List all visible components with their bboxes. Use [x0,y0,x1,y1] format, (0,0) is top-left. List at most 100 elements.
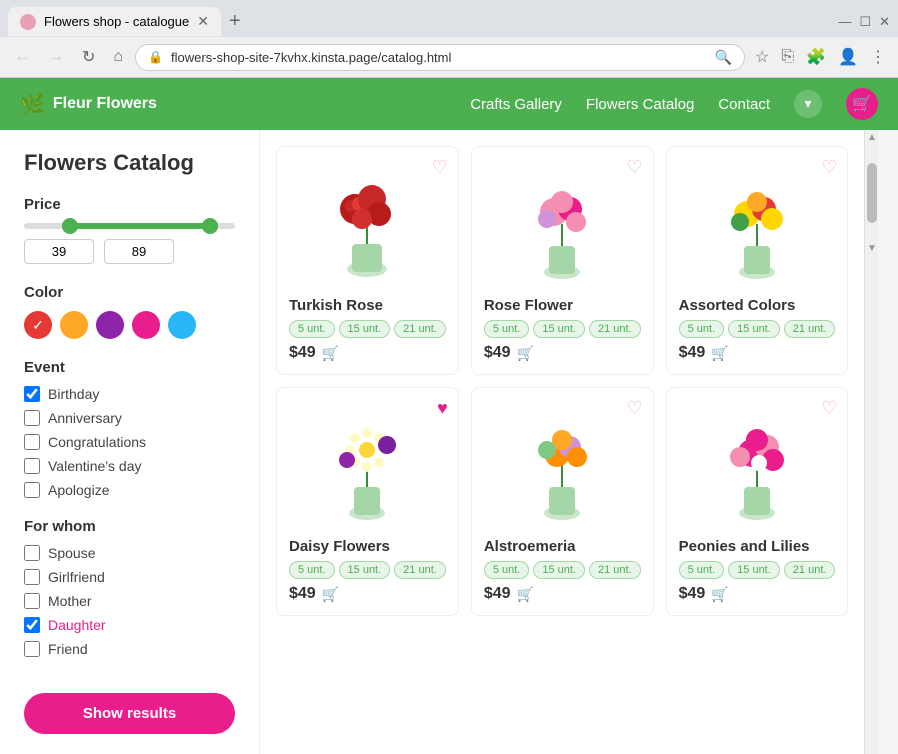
price-value-daisy: $49 [289,585,316,603]
product-badges-alstroemeria: 5 unt. 15 unt. 21 unt. [484,561,641,579]
badge-15-rose[interactable]: 15 unt. [533,320,585,338]
color-swatch-blue[interactable] [168,311,196,339]
scrollbar[interactable]: ▲ ▼ [864,130,878,754]
badge-5-rose[interactable]: 5 unt. [484,320,530,338]
address-bar[interactable]: 🔒 flowers-shop-site-7kvhx.kinsta.page/ca… [135,44,745,71]
scroll-up-arrow[interactable]: ▲ [867,132,877,143]
for-whom-daughter-checkbox[interactable] [24,617,40,633]
badge-5-alstroemeria[interactable]: 5 unt. [484,561,530,579]
new-tab-button[interactable]: + [221,6,249,37]
extensions-button[interactable]: 🧩 [802,43,830,71]
badge-15-assorted[interactable]: 15 unt. [728,320,780,338]
heart-icon-peonies[interactable]: ♡ [821,398,837,419]
tab-close-button[interactable]: ✕ [197,13,209,30]
nav-flowers-catalog[interactable]: Flowers Catalog [586,96,694,113]
tab-favicon [20,14,36,30]
for-whom-mother[interactable]: Mother [24,593,235,609]
event-apologize[interactable]: Apologize [24,482,235,498]
nav-contact[interactable]: Contact [718,96,770,113]
cart-icon-rose-flower[interactable]: 🛒 [517,345,534,362]
for-whom-friend-checkbox[interactable] [24,641,40,657]
heart-icon-rose-flower[interactable]: ♡ [626,157,642,178]
color-swatch-purple[interactable] [96,311,124,339]
cart-icon-assorted[interactable]: 🛒 [711,345,728,362]
badge-15[interactable]: 15 unt. [339,320,391,338]
event-anniversary[interactable]: Anniversary [24,410,235,426]
product-badges-peonies: 5 unt. 15 unt. 21 unt. [679,561,836,579]
badge-5-daisy[interactable]: 5 unt. [289,561,335,579]
badge-15-peonies[interactable]: 15 unt. [728,561,780,579]
heart-icon-turkish-rose[interactable]: ♡ [432,157,448,178]
badge-5-peonies[interactable]: 5 unt. [679,561,725,579]
cart-button[interactable]: 🛒 [846,88,878,120]
event-valentines[interactable]: Valentine's day [24,458,235,474]
for-whom-daughter[interactable]: Daughter [24,617,235,633]
product-price-daisy: $49 🛒 [289,585,446,603]
event-congratulations[interactable]: Congratulations [24,434,235,450]
for-whom-spouse-checkbox[interactable] [24,545,40,561]
color-swatch-orange[interactable] [60,311,88,339]
nav-dropdown-button[interactable]: ▾ [794,90,822,118]
badge-21-assorted[interactable]: 21 unt. [784,320,836,338]
product-image-assorted [679,159,836,289]
show-results-button[interactable]: Show results [24,693,235,734]
share-button[interactable]: ⎘ [777,44,798,70]
event-valentines-checkbox[interactable] [24,458,40,474]
for-whom-friend[interactable]: Friend [24,641,235,657]
product-name-turkish-rose: Turkish Rose [289,297,446,314]
product-price-alstroemeria: $49 🛒 [484,585,641,603]
badge-21-peonies[interactable]: 21 unt. [784,561,836,579]
cart-icon-alstroemeria[interactable]: 🛒 [517,586,534,603]
event-congratulations-checkbox[interactable] [24,434,40,450]
event-anniversary-checkbox[interactable] [24,410,40,426]
price-min-input[interactable] [24,239,94,264]
window-minimize[interactable]: — [838,14,851,29]
color-swatch-pink[interactable] [132,311,160,339]
for-whom-spouse[interactable]: Spouse [24,545,235,561]
back-button[interactable]: ← [8,44,36,70]
for-whom-girlfriend[interactable]: Girlfriend [24,569,235,585]
event-birthday[interactable]: Birthday [24,386,235,402]
profile-button[interactable]: 👤 [834,43,862,71]
window-maximize[interactable]: ☐ [859,14,871,30]
for-whom-mother-checkbox[interactable] [24,593,40,609]
price-thumb-max[interactable] [202,218,218,234]
badge-21[interactable]: 21 unt. [394,320,446,338]
price-slider-track[interactable] [24,223,235,229]
price-max-input[interactable] [104,239,174,264]
color-swatch-red[interactable]: ✓ [24,311,52,339]
home-button[interactable]: ⌂ [107,44,129,70]
price-thumb-min[interactable] [62,218,78,234]
product-name-alstroemeria: Alstroemeria [484,538,641,555]
menu-button[interactable]: ⋮ [866,43,890,71]
nav-crafts-gallery[interactable]: Crafts Gallery [470,96,562,113]
badge-21-rose[interactable]: 21 unt. [589,320,641,338]
product-badges-daisy: 5 unt. 15 unt. 21 unt. [289,561,446,579]
url-text: flowers-shop-site-7kvhx.kinsta.page/cata… [171,50,707,65]
badge-21-daisy[interactable]: 21 unt. [394,561,446,579]
badge-21-alstroemeria[interactable]: 21 unt. [589,561,641,579]
bookmark-star-button[interactable]: ☆ [751,43,773,71]
event-label: Event [24,359,235,376]
heart-icon-assorted[interactable]: ♡ [821,157,837,178]
heart-icon-daisy[interactable]: ♥ [437,398,448,419]
event-apologize-checkbox[interactable] [24,482,40,498]
badge-5[interactable]: 5 unt. [289,320,335,338]
scroll-down-arrow[interactable]: ▼ [867,243,877,254]
active-tab[interactable]: Flowers shop - catalogue ✕ [8,7,221,36]
forward-button[interactable]: → [42,44,70,70]
scroll-thumb[interactable] [867,163,877,223]
cart-icon-turkish-rose[interactable]: 🛒 [322,345,339,362]
badge-15-daisy[interactable]: 15 unt. [339,561,391,579]
for-whom-girlfriend-checkbox[interactable] [24,569,40,585]
cart-icon-daisy[interactable]: 🛒 [322,586,339,603]
reload-button[interactable]: ↻ [76,43,101,71]
heart-icon-alstroemeria[interactable]: ♡ [626,398,642,419]
event-birthday-checkbox[interactable] [24,386,40,402]
badge-15-alstroemeria[interactable]: 15 unt. [533,561,585,579]
badge-5-assorted[interactable]: 5 unt. [679,320,725,338]
window-close[interactable]: ✕ [879,14,890,30]
product-badges-turkish-rose: 5 unt. 15 unt. 21 unt. [289,320,446,338]
cart-icon-peonies[interactable]: 🛒 [711,586,728,603]
product-image-alstroemeria [484,400,641,530]
